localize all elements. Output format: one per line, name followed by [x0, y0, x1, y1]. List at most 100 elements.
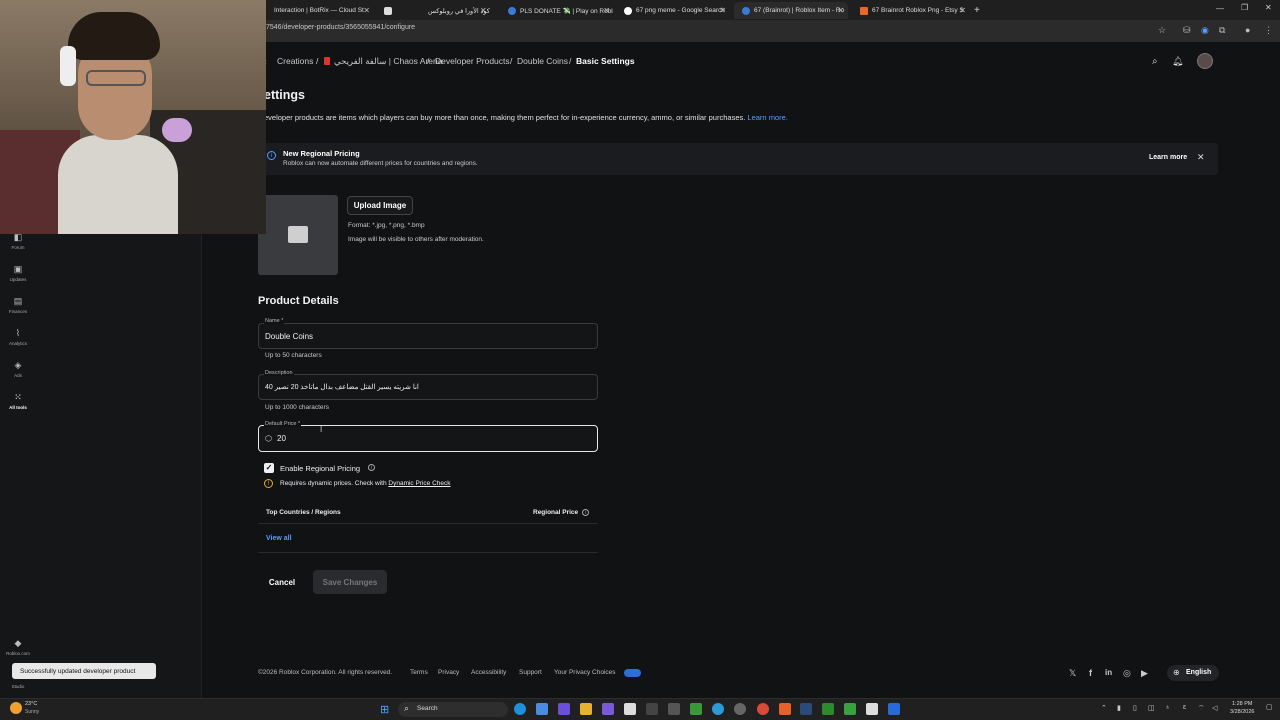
close-icon[interactable]: ✕	[959, 6, 966, 15]
new-tab-button[interactable]: +	[972, 2, 986, 19]
x-twitter-icon[interactable]: 𝕏	[1069, 668, 1076, 679]
xbox-icon[interactable]	[690, 703, 702, 715]
edge-icon[interactable]	[514, 703, 526, 715]
app-icon[interactable]	[668, 703, 680, 715]
cancel-button[interactable]: Cancel	[261, 571, 303, 593]
maximize-icon[interactable]: ❐	[1241, 3, 1248, 12]
site-icon	[742, 6, 750, 15]
bell-icon[interactable]: 🔔︎	[1172, 56, 1183, 67]
banner-learn-more-link[interactable]: Learn more	[1149, 154, 1187, 161]
close-icon[interactable]: ✕	[363, 6, 370, 15]
app-icon[interactable]	[734, 703, 746, 715]
minimize-icon[interactable]: —	[1216, 4, 1224, 13]
browser-tab[interactable]: كود الأورا في روبلوكس	[420, 2, 496, 19]
browser-tab[interactable]: 67 Brainrot Roblox Png - Etsy S ✕	[852, 2, 970, 19]
sidebar-item-roblox[interactable]: ◆ Roblox.com	[0, 638, 36, 656]
notification-icon[interactable]: ▢	[1266, 703, 1273, 711]
browser-tab[interactable]: 67 png meme - Google Search ✕	[616, 2, 730, 19]
description-input[interactable]: انا شريته يسير القتل مضاعف بدال ماتاخذ 2…	[265, 383, 419, 391]
learn-more-link[interactable]: Learn more.	[747, 113, 787, 122]
telegram-icon[interactable]	[712, 703, 724, 715]
browser-tab[interactable]: Interaction | BotRix — Cloud St ✕	[266, 2, 374, 19]
microphone-icon[interactable]: ♁	[1165, 704, 1170, 711]
volume-icon[interactable]: ◁	[1212, 704, 1217, 712]
footer-link-privacy[interactable]: Privacy	[438, 669, 459, 676]
info-icon[interactable]: i	[368, 464, 375, 471]
sidebar-item-finances[interactable]: ▤ Finances	[0, 296, 36, 314]
avatar[interactable]	[1197, 53, 1213, 69]
view-all-link[interactable]: View all	[266, 535, 292, 542]
name-label: Name *	[264, 318, 285, 324]
sidebar-item-studio[interactable]: Studio	[0, 684, 36, 689]
search-icon[interactable]: ⌕	[1152, 56, 1158, 67]
star-icon[interactable]: ☆	[1158, 25, 1166, 36]
regional-pricing-checkbox[interactable]: ✓	[264, 463, 274, 473]
breadcrumb-item[interactable]: Creations	[277, 56, 313, 66]
breadcrumb-item[interactable]: Double Coins	[517, 56, 568, 66]
footer-link-accessibility[interactable]: Accessibility	[471, 669, 506, 676]
puzzle-icon[interactable]: ⧉	[1219, 25, 1225, 36]
extension-icon[interactable]: ⛁	[1183, 25, 1191, 36]
tray-icon[interactable]: ◫	[1148, 704, 1155, 712]
app-icon[interactable]	[844, 703, 856, 715]
tray-icon[interactable]: ▯	[1133, 704, 1137, 712]
instagram-icon[interactable]: ◎	[1123, 668, 1131, 679]
sidebar-item-all-tools[interactable]: ⁙ All tools	[0, 392, 36, 410]
close-window-icon[interactable]: ✕	[1265, 3, 1272, 12]
sidebar-item-updates[interactable]: ▣ Updates	[0, 264, 36, 282]
sidebar-item-analytics[interactable]: ⌇ Analytics	[0, 328, 36, 346]
chrome-icon[interactable]	[757, 703, 769, 715]
clock-date[interactable]: 3/28/2026	[1230, 709, 1254, 715]
url-text[interactable]: 7546/developer-products/3565055941/confi…	[266, 24, 415, 31]
moderation-note: Image will be visible to others after mo…	[348, 236, 484, 243]
app-icon[interactable]	[624, 703, 636, 715]
dynamic-price-check-link[interactable]: Dynamic Price Check	[388, 480, 450, 487]
discord-icon[interactable]	[602, 703, 614, 715]
breadcrumb-item[interactable]: Developer Products	[435, 56, 510, 66]
save-changes-button[interactable]: Save Changes	[313, 570, 387, 594]
linkedin-icon[interactable]: in	[1105, 668, 1112, 677]
excel-icon[interactable]	[822, 703, 834, 715]
menu-icon[interactable]: ⋮	[1264, 25, 1273, 36]
name-input[interactable]: Double Coins	[265, 332, 313, 341]
app-icon[interactable]	[536, 703, 548, 715]
browser-tab-active[interactable]: 67 (Brainrot) | Roblox Item - Ro ✕	[734, 2, 848, 19]
price-input[interactable]: 20	[277, 434, 286, 443]
app-icon[interactable]	[558, 703, 570, 715]
close-icon[interactable]: ✕	[1197, 152, 1205, 163]
upload-image-button[interactable]: Upload Image	[347, 196, 413, 215]
footer-link-terms[interactable]: Terms	[410, 669, 428, 676]
steam-icon[interactable]	[800, 703, 812, 715]
info-icon[interactable]: i	[582, 509, 589, 516]
sidebar-item-label: Forum	[11, 245, 25, 250]
youtube-icon[interactable]: ▶	[1141, 668, 1148, 679]
close-icon[interactable]: ✕	[603, 6, 610, 15]
roblox-studio-icon[interactable]	[888, 703, 900, 715]
profile-icon[interactable]: ●	[1245, 25, 1250, 35]
price-field[interactable]	[258, 425, 598, 452]
app-icon[interactable]	[866, 703, 878, 715]
sidebar-item-ads[interactable]: ◈ Ads	[0, 360, 36, 378]
footer-link-support[interactable]: Support	[519, 669, 542, 676]
banner-text: Roblox can now automate different prices…	[283, 160, 478, 167]
app-icon[interactable]	[646, 703, 658, 715]
language-indicator[interactable]: ε	[1183, 704, 1186, 711]
browser-tab[interactable]: PLS DONATE 💸 | Play on Robl ✕	[500, 2, 614, 19]
tray-icon[interactable]: ▮	[1117, 704, 1121, 712]
close-icon[interactable]: ✕	[719, 6, 726, 15]
google-icon	[624, 6, 632, 15]
brave-icon[interactable]	[779, 703, 791, 715]
facebook-icon[interactable]: f	[1089, 668, 1092, 678]
extension-icon[interactable]: ◉	[1201, 25, 1209, 36]
regional-pricing-label: Enable Regional Pricing	[280, 464, 361, 473]
clock-time[interactable]: 1:28 PM	[1232, 701, 1252, 707]
chevron-up-icon[interactable]: ⌃	[1101, 704, 1107, 712]
wifi-icon[interactable]: ⌔	[1198, 704, 1205, 713]
footer-link-privacy-choices[interactable]: Your Privacy Choices	[554, 669, 616, 676]
taskbar-search[interactable]: ⌕ Search	[398, 702, 508, 717]
file-explorer-icon[interactable]	[580, 703, 592, 715]
sidebar-item-forum[interactable]: ◧ Forum	[0, 232, 36, 250]
windows-start-icon[interactable]: ⊞	[380, 703, 389, 716]
close-icon[interactable]: ✕	[837, 6, 844, 15]
language-selector[interactable]: ⊕ English	[1167, 665, 1219, 681]
